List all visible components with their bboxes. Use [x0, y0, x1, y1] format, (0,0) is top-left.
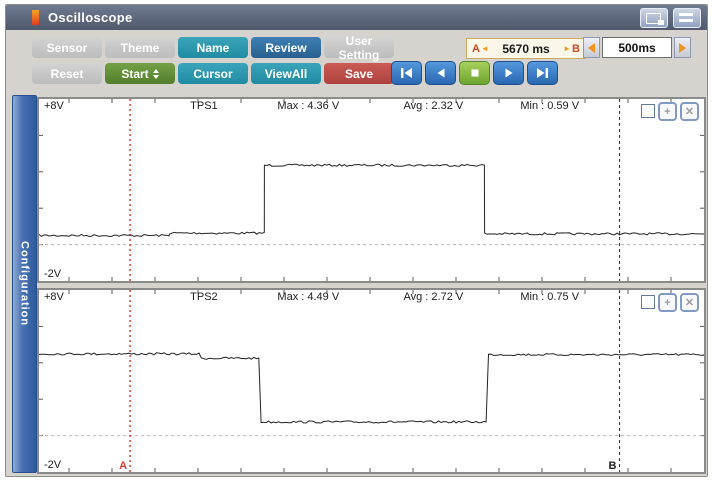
- bar-glyph: [679, 18, 693, 22]
- bar-glyph: [679, 12, 693, 16]
- avg-stat-label: Avg : 2.32 V: [403, 100, 464, 112]
- channel-plot-tps2: +8V TPS2 Max : 4.49 V Avg : 2.72 V Min :…: [37, 288, 706, 474]
- play-icon: [505, 68, 512, 78]
- theme-button[interactable]: Theme: [105, 37, 175, 58]
- play-button[interactable]: [493, 61, 524, 85]
- skip-to-end-icon: [537, 68, 548, 78]
- min-stat-label: Min : 0.75 V: [520, 291, 580, 303]
- close-plot-button[interactable]: ✕: [680, 102, 699, 121]
- step-back-icon: [437, 68, 444, 78]
- channel-select-checkbox[interactable]: [641, 104, 655, 118]
- app-icon: [32, 10, 39, 25]
- cursor-button[interactable]: Cursor: [178, 63, 248, 84]
- cursor-b-label[interactable]: B: [609, 460, 617, 472]
- zoom-plot-button[interactable]: +: [658, 102, 677, 121]
- skip-to-end-button[interactable]: [527, 61, 558, 85]
- cursor-time-readout[interactable]: A ◄ 5670 ms ► B: [466, 38, 586, 59]
- cursor-b-arrow-icon[interactable]: ►: [563, 44, 571, 53]
- waveform-canvas: [39, 99, 704, 281]
- right-arrow-icon: [679, 42, 686, 53]
- stop-button[interactable]: [459, 61, 490, 85]
- save-button[interactable]: Save: [324, 63, 394, 84]
- channel-select-checkbox[interactable]: [641, 295, 655, 309]
- channel-plot-tps1: +8V TPS1 Max : 4.36 V Avg : 2.32 V Min :…: [37, 97, 706, 283]
- scope-workspace: Configuration +8V TPS1 Max : 4.36 V Avg …: [6, 92, 707, 476]
- oscilloscope-window: Oscilloscope Sensor Theme Name Review Us…: [5, 4, 708, 477]
- cursor-a-indicator: A: [472, 42, 480, 55]
- skip-to-start-button[interactable]: [391, 61, 422, 85]
- playback-controls: [391, 61, 558, 85]
- sensor-button[interactable]: Sensor: [32, 37, 102, 58]
- view-all-button[interactable]: ViewAll: [251, 63, 321, 84]
- max-stat-label: Max : 4.49 V: [277, 291, 340, 303]
- channel-name: TPS1: [190, 100, 218, 112]
- window-title: Oscilloscope: [48, 10, 133, 25]
- interval-selector: 500ms: [583, 37, 691, 58]
- toolbar-row-2: Reset Start Cursor ViewAll Save: [32, 63, 394, 84]
- close-plot-button[interactable]: ✕: [680, 293, 699, 312]
- start-button-label: Start: [121, 66, 149, 81]
- max-stat-label: Max : 4.36 V: [277, 100, 340, 112]
- interval-increase-button[interactable]: [674, 37, 691, 58]
- channel-name: TPS2: [190, 291, 218, 303]
- cursor-b-indicator: B: [572, 42, 580, 55]
- start-spinner-icon[interactable]: [152, 68, 159, 79]
- y-max-label: +8V: [44, 291, 64, 303]
- skip-to-start-icon: [401, 68, 412, 78]
- start-button[interactable]: Start: [105, 63, 175, 84]
- y-min-label: -2V: [44, 459, 62, 471]
- cursor-a-label[interactable]: A: [119, 460, 127, 472]
- interval-value[interactable]: 500ms: [602, 37, 672, 58]
- toolbar-row-1: Sensor Theme Name Review User Setting: [32, 34, 394, 62]
- title-buttons: [640, 7, 701, 28]
- y-min-label: -2V: [44, 268, 62, 280]
- y-max-label: +8V: [44, 100, 64, 112]
- zoom-plot-button[interactable]: +: [658, 293, 677, 312]
- interval-decrease-button[interactable]: [583, 37, 600, 58]
- name-button[interactable]: Name: [178, 37, 248, 58]
- toolbar: Sensor Theme Name Review User Setting Re…: [6, 30, 707, 92]
- configuration-tab[interactable]: Configuration: [12, 95, 37, 473]
- cursor-a-arrow-icon[interactable]: ◄: [481, 44, 489, 53]
- split-horizontal-icon[interactable]: [673, 7, 701, 28]
- waveform-canvas: [39, 290, 704, 472]
- review-button[interactable]: Review: [251, 37, 321, 58]
- plot-controls: + ✕: [641, 293, 699, 312]
- reset-button[interactable]: Reset: [32, 63, 102, 84]
- user-setting-button[interactable]: User Setting: [324, 34, 394, 62]
- cursor-delta-time: 5670 ms: [502, 41, 550, 56]
- popout-view-icon[interactable]: [640, 7, 668, 28]
- avg-stat-label: Avg : 2.72 V: [403, 291, 464, 303]
- title-bar: Oscilloscope: [6, 5, 707, 30]
- left-arrow-icon: [588, 42, 595, 53]
- stop-icon: [471, 69, 478, 77]
- window-glyph-inset: [658, 19, 664, 25]
- step-back-button[interactable]: [425, 61, 456, 85]
- min-stat-label: Min : 0.59 V: [520, 100, 580, 112]
- plot-controls: + ✕: [641, 102, 699, 121]
